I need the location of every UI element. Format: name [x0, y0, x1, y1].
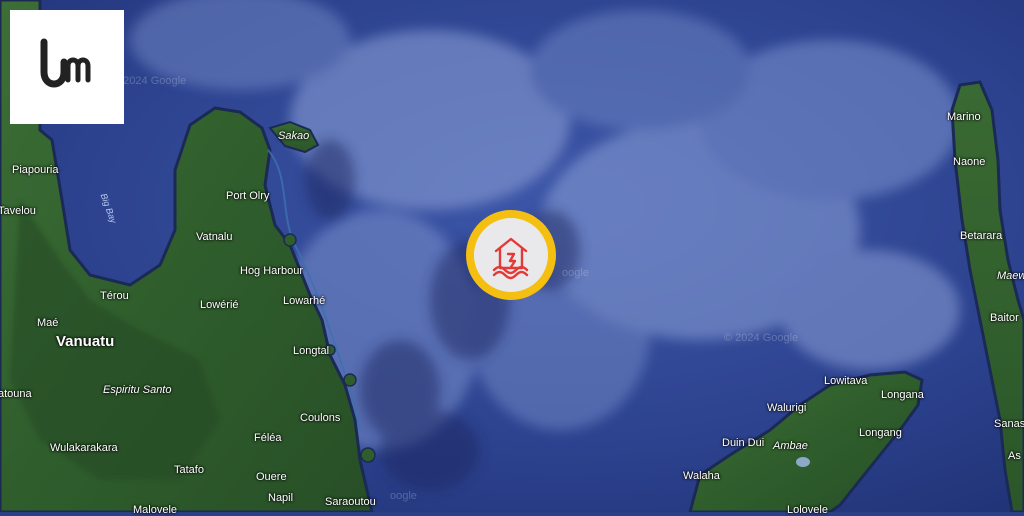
place-label-coulons: Coulons: [300, 412, 341, 424]
map-watermark: oogle: [390, 490, 417, 502]
place-label-mae: Maé: [37, 317, 59, 329]
place-label-longana: Longana: [881, 389, 924, 401]
um-logo[interactable]: [10, 10, 124, 124]
place-label-betarara: Betarara: [960, 230, 1003, 242]
island-label-maewo: Maew: [997, 270, 1024, 282]
place-label-walaha: Walaha: [683, 470, 720, 482]
place-label-walurigi: Walurigi: [767, 402, 807, 414]
place-label-sakao: Sakao: [278, 130, 310, 142]
place-label-longang: Longang: [859, 427, 902, 439]
place-label-duin-dui: Duin Dui: [722, 437, 765, 449]
place-label-naone: Naone: [953, 156, 986, 168]
map-watermark: © 2024 Google: [724, 332, 799, 344]
crater-lake: [796, 457, 810, 467]
place-label-sanas: Sanas: [994, 418, 1024, 430]
islet: [343, 373, 357, 387]
place-label-saraoutou: Saraoutou: [325, 496, 376, 508]
place-label-baitora: Baitor: [990, 312, 1019, 324]
place-label-longtal: Longtal: [293, 345, 330, 357]
place-label-lowarhe: Lowarhé: [283, 295, 326, 307]
place-label-atouna: atouna: [0, 388, 32, 400]
flood-house-icon: [492, 237, 529, 280]
place-label-ouere: Ouere: [256, 471, 287, 483]
place-label-marino: Marino: [947, 111, 981, 123]
island-label-ambae: Ambae: [773, 440, 808, 452]
map-watermark: oogle: [562, 267, 589, 279]
marker-inner: [474, 218, 548, 292]
place-label-hog-harbour: Hog Harbour: [240, 265, 303, 277]
place-label-terou: Térou: [100, 290, 129, 302]
flood-alert-marker[interactable]: [466, 210, 556, 300]
islet: [360, 447, 376, 463]
place-label-felea: Féléa: [254, 432, 282, 444]
place-label-vatnalu: Vatnalu: [196, 231, 233, 243]
place-label-piapouria: Piapouria: [12, 164, 59, 176]
place-label-lowerie: Lowérié: [200, 299, 239, 311]
place-label-tavelou: Tavelou: [0, 205, 36, 217]
place-label-tatafo: Tatafo: [174, 464, 204, 476]
place-label-as: As: [1008, 450, 1021, 462]
place-label-port-olry: Port Olry: [226, 190, 270, 202]
place-label-napil: Napil: [268, 492, 294, 504]
place-label-lowitava: Lowitava: [824, 375, 868, 387]
place-label-wulakarakara: Wulakarakara: [50, 442, 118, 454]
country-label-vanuatu: Vanuatu: [56, 333, 115, 350]
um-logo-icon: [40, 38, 91, 88]
place-label-lolovele: Lolovele: [787, 504, 828, 516]
place-label-malovele: Malovele: [133, 504, 178, 516]
island-label-espiritu-santo: Espiritu Santo: [103, 384, 172, 396]
islet: [283, 233, 297, 247]
